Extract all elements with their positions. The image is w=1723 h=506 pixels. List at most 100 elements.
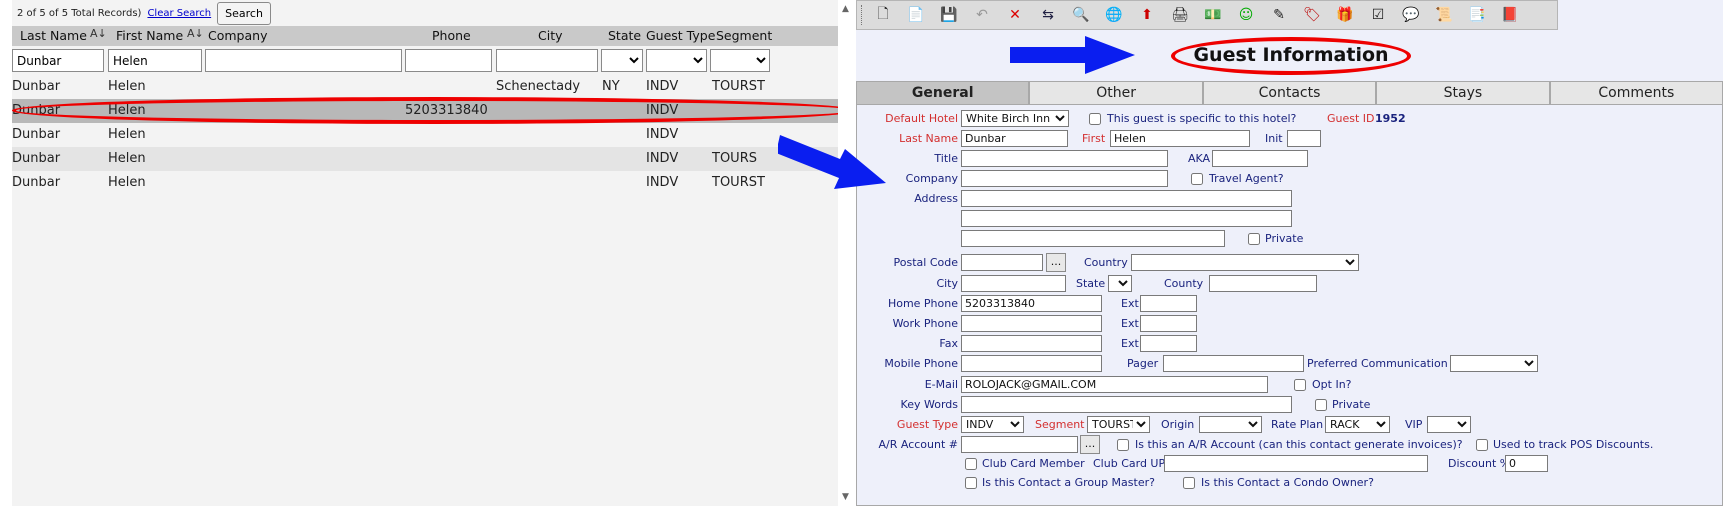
tab-contacts[interactable]: Contacts <box>1202 81 1377 105</box>
export-icon[interactable]: ⬆ <box>1135 3 1159 27</box>
tab-general[interactable]: General <box>856 81 1030 105</box>
fax-ext-field[interactable] <box>1140 335 1197 352</box>
pane-divider[interactable]: ▲ ▼ <box>838 0 856 506</box>
save-icon[interactable]: 💾 <box>937 3 961 27</box>
tag-icon[interactable]: 🏷 <box>1300 3 1324 27</box>
pref-comm-select[interactable] <box>1450 355 1538 372</box>
state-filter[interactable] <box>601 49 643 72</box>
col-city[interactable]: City <box>538 28 563 43</box>
aka-field[interactable] <box>1212 150 1308 167</box>
toolbar-grip[interactable] <box>861 5 865 25</box>
key-words-field[interactable] <box>961 396 1292 413</box>
money-icon[interactable]: 💵 <box>1201 3 1225 27</box>
table-row[interactable]: Dunbar Helen INDV TOURST <box>12 171 838 195</box>
address-line-2[interactable] <box>961 210 1292 227</box>
last-name-filter[interactable] <box>12 49 104 72</box>
home-phone-field[interactable] <box>961 295 1102 312</box>
club-card-upc-field[interactable] <box>1164 455 1428 472</box>
comment-icon[interactable]: 💬 <box>1399 3 1423 27</box>
tab-other[interactable]: Other <box>1029 81 1203 105</box>
tab-comments[interactable]: Comments <box>1549 81 1723 105</box>
gift-icon[interactable]: 🎁 <box>1333 3 1357 27</box>
guest-type-select[interactable]: INDV <box>961 416 1024 433</box>
company-field[interactable] <box>961 170 1168 187</box>
first-name-filter[interactable] <box>108 49 202 72</box>
col-first-name[interactable]: First Name <box>116 28 183 43</box>
checklist-icon[interactable]: ☑ <box>1366 3 1390 27</box>
globe-icon[interactable]: 🌐 <box>1102 3 1126 27</box>
email-field[interactable] <box>961 376 1268 393</box>
guest-type-filter[interactable] <box>646 49 707 72</box>
ar-account-checkbox[interactable] <box>1117 439 1129 451</box>
city-filter[interactable] <box>496 49 598 72</box>
title-field[interactable] <box>961 150 1168 167</box>
search-button[interactable]: Search <box>217 1 271 25</box>
tab-stays[interactable]: Stays <box>1376 81 1550 105</box>
city-field[interactable] <box>961 275 1066 292</box>
work-phone-field[interactable] <box>961 315 1102 332</box>
opt-in-checkbox[interactable] <box>1294 379 1306 391</box>
table-row[interactable]: Dunbar Helen Schenectady NY INDV TOURST <box>12 75 838 99</box>
col-segment[interactable]: Segment <box>716 28 772 43</box>
travel-agent-checkbox[interactable] <box>1191 173 1203 185</box>
rate-plan-select[interactable]: RACK <box>1325 416 1390 433</box>
col-state[interactable]: State <box>608 28 641 43</box>
home-ext-field[interactable] <box>1140 295 1197 312</box>
group-master-checkbox[interactable] <box>965 477 977 489</box>
club-card-checkbox[interactable] <box>965 458 977 470</box>
address-private-checkbox[interactable] <box>1248 233 1260 245</box>
default-hotel-select[interactable]: White Birch Inn <box>961 110 1069 127</box>
scroll-up-icon[interactable]: ▲ <box>842 4 849 14</box>
delete-icon[interactable]: ✕ <box>1003 3 1027 27</box>
col-guest-type[interactable]: Guest Type <box>646 28 715 43</box>
col-phone[interactable]: Phone <box>432 28 471 43</box>
print-icon[interactable]: 🖨 <box>1168 3 1192 27</box>
postal-code-field[interactable] <box>961 254 1043 271</box>
specific-hotel-checkbox[interactable] <box>1089 113 1101 125</box>
scroll-down-icon[interactable]: ▼ <box>842 492 849 502</box>
sort-icon[interactable]: A↓ <box>90 27 107 40</box>
phone-filter[interactable] <box>405 49 492 72</box>
country-select[interactable] <box>1131 254 1359 271</box>
merge-icon[interactable]: ⇆ <box>1036 3 1060 27</box>
last-name-field[interactable] <box>961 130 1068 147</box>
condo-owner-checkbox[interactable] <box>1183 477 1195 489</box>
col-company[interactable]: Company <box>208 28 267 43</box>
scroll-icon[interactable]: 📜 <box>1432 3 1456 27</box>
init-field[interactable] <box>1287 130 1321 147</box>
table-row[interactable]: Dunbar Helen INDV TOURS <box>12 147 838 171</box>
table-row-selected[interactable]: Dunbar Helen 5203313840 INDV <box>12 99 838 123</box>
table-row[interactable]: Dunbar Helen INDV <box>12 123 838 147</box>
segment-filter[interactable] <box>710 49 770 72</box>
smiley-icon[interactable]: ☺ <box>1234 3 1258 27</box>
county-field[interactable] <box>1209 275 1317 292</box>
pos-discount-checkbox[interactable] <box>1476 439 1488 451</box>
key-words-private-checkbox[interactable] <box>1315 399 1327 411</box>
documents-icon[interactable]: 📑 <box>1465 3 1489 27</box>
work-ext-field[interactable] <box>1140 315 1197 332</box>
wand-icon[interactable]: ✎ <box>1267 3 1291 27</box>
discount-field[interactable] <box>1505 455 1548 472</box>
address-line-1[interactable] <box>961 190 1292 207</box>
new-icon[interactable]: 🗋 <box>871 3 895 27</box>
clear-search-link[interactable]: Clear Search <box>147 8 211 19</box>
col-last-name[interactable]: Last Name <box>20 28 87 43</box>
pager-field[interactable] <box>1163 355 1304 372</box>
fax-field[interactable] <box>961 335 1102 352</box>
book-icon[interactable]: 📕 <box>1498 3 1522 27</box>
copy-icon[interactable]: 📄 <box>904 3 928 27</box>
origin-select[interactable] <box>1199 416 1262 433</box>
postal-lookup-button[interactable]: ... <box>1046 253 1066 272</box>
find-icon[interactable]: 🔍 <box>1069 3 1093 27</box>
address-line-3[interactable] <box>961 230 1225 247</box>
segment-select[interactable]: TOURST <box>1087 416 1150 433</box>
state-select[interactable] <box>1108 275 1132 292</box>
first-name-field[interactable] <box>1110 130 1250 147</box>
company-filter[interactable] <box>205 49 402 72</box>
mobile-phone-field[interactable] <box>961 355 1102 372</box>
sort-icon[interactable]: A↓ <box>187 27 204 40</box>
ar-account-field[interactable] <box>961 436 1078 453</box>
undo-icon[interactable]: ↶ <box>970 3 994 27</box>
ar-lookup-button[interactable]: ... <box>1080 435 1100 454</box>
vip-select[interactable] <box>1427 416 1471 433</box>
